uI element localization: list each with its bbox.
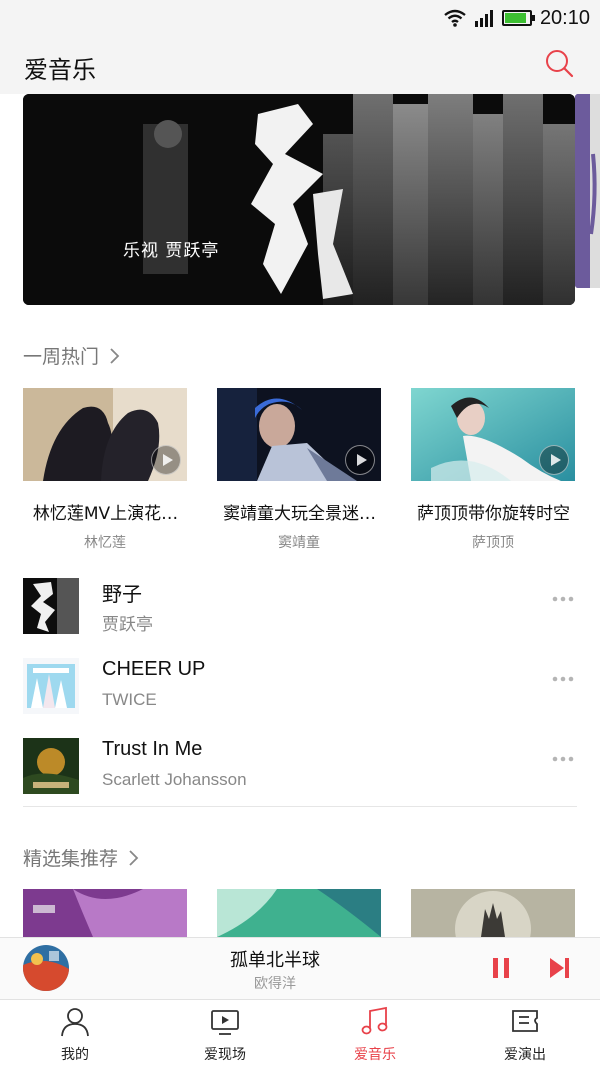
- tab-label: 我的: [61, 1047, 89, 1063]
- play-icon: [539, 445, 569, 475]
- banner-next-slide[interactable]: [575, 94, 600, 288]
- banner-next-image: [575, 94, 600, 288]
- playlist-cover: [23, 889, 187, 937]
- tab-live[interactable]: 爱现场: [175, 1006, 275, 1064]
- video-title: 萨顶顶带你旋转时空: [417, 504, 570, 524]
- song-title: 野子: [102, 584, 142, 606]
- wifi-icon: [444, 9, 466, 27]
- song-cover: [23, 578, 79, 634]
- tab-label: 爱音乐: [354, 1047, 396, 1063]
- song-title: CHEER UP: [102, 658, 206, 680]
- video-artist: 萨顶顶: [472, 535, 514, 551]
- playlist-card[interactable]: [217, 889, 381, 937]
- person-icon: [61, 1008, 89, 1037]
- battery-icon: [501, 10, 535, 26]
- song-artist: 贾跃亭: [102, 615, 153, 634]
- banner-image: [23, 94, 575, 305]
- now-playing-title: 孤单北半球: [230, 950, 320, 971]
- status-time: 20:10: [539, 6, 590, 29]
- weekly-hot-header[interactable]: 一周热门: [23, 342, 121, 369]
- video-artist: 林忆莲: [84, 535, 126, 551]
- song-cover: [23, 658, 79, 714]
- tab-mine[interactable]: 我的: [25, 1006, 125, 1064]
- more-options-icon[interactable]: [552, 596, 574, 602]
- now-playing-artist: 欧得洋: [254, 976, 296, 992]
- tab-shows[interactable]: 爱演出: [475, 1006, 575, 1064]
- song-cover: [23, 738, 79, 794]
- section-divider: [23, 806, 577, 807]
- next-track-icon[interactable]: [548, 957, 570, 979]
- song-artist: TWICE: [102, 690, 157, 709]
- hot-video-card[interactable]: 林忆莲MV上演花… 林忆莲: [23, 388, 187, 552]
- tab-label: 爱演出: [504, 1047, 546, 1063]
- more-options-icon[interactable]: [552, 756, 574, 762]
- app-header: 爱音乐: [0, 36, 600, 94]
- tab-label: 爱现场: [204, 1047, 246, 1063]
- banner-carousel-slide[interactable]: 乐视 贾跃亭: [23, 94, 575, 305]
- battery-level: [504, 13, 527, 23]
- video-thumbnail: [411, 388, 575, 481]
- status-icons: 20:10: [444, 6, 590, 30]
- song-artist: Scarlett Johansson: [102, 770, 247, 789]
- music-note-icon: [361, 1006, 388, 1035]
- play-icon: [151, 445, 181, 475]
- featured-title: 精选集推荐: [23, 848, 119, 870]
- tab-music[interactable]: 爱音乐: [325, 1006, 425, 1064]
- video-artist: 窦靖童: [278, 535, 320, 551]
- playlist-cover: [217, 889, 381, 937]
- playlist-cover: [411, 889, 575, 937]
- video-title: 林忆莲MV上演花…: [32, 504, 179, 524]
- hot-video-card[interactable]: 窦靖童大玩全景迷… 窦靖童: [217, 388, 381, 552]
- search-icon[interactable]: [544, 48, 574, 78]
- more-options-icon[interactable]: [552, 676, 574, 682]
- signal-icon: [474, 10, 493, 27]
- playlist-card[interactable]: [411, 889, 575, 937]
- featured-header[interactable]: 精选集推荐: [23, 844, 140, 871]
- song-title: Trust In Me: [102, 738, 203, 760]
- video-thumbnail: [23, 388, 187, 481]
- chevron-right-icon: [110, 347, 120, 364]
- bottom-tab-bar: 我的 爱现场 爱音乐 爱演出: [0, 999, 600, 1067]
- chevron-right-icon: [129, 849, 139, 866]
- video-thumbnail: [217, 388, 381, 481]
- banner-caption: 乐视 贾跃亭: [123, 241, 220, 261]
- tv-icon: [211, 1010, 239, 1035]
- ticket-icon: [512, 1010, 538, 1032]
- page-title: 爱音乐: [24, 56, 96, 84]
- song-row[interactable]: 野子 贾跃亭: [0, 570, 600, 650]
- hot-video-card[interactable]: 萨顶顶带你旋转时空 萨顶顶: [411, 388, 575, 552]
- weekly-hot-title: 一周热门: [23, 346, 100, 368]
- now-playing-bar[interactable]: 孤单北半球 欧得洋: [0, 937, 600, 999]
- song-row[interactable]: Trust In Me Scarlett Johansson: [0, 730, 600, 810]
- pause-icon[interactable]: [491, 957, 511, 979]
- status-bar: 20:10: [0, 0, 600, 36]
- playlist-card[interactable]: [23, 889, 187, 937]
- play-icon: [345, 445, 375, 475]
- song-row[interactable]: CHEER UP TWICE: [0, 650, 600, 730]
- video-title: 窦靖童大玩全景迷…: [223, 504, 376, 524]
